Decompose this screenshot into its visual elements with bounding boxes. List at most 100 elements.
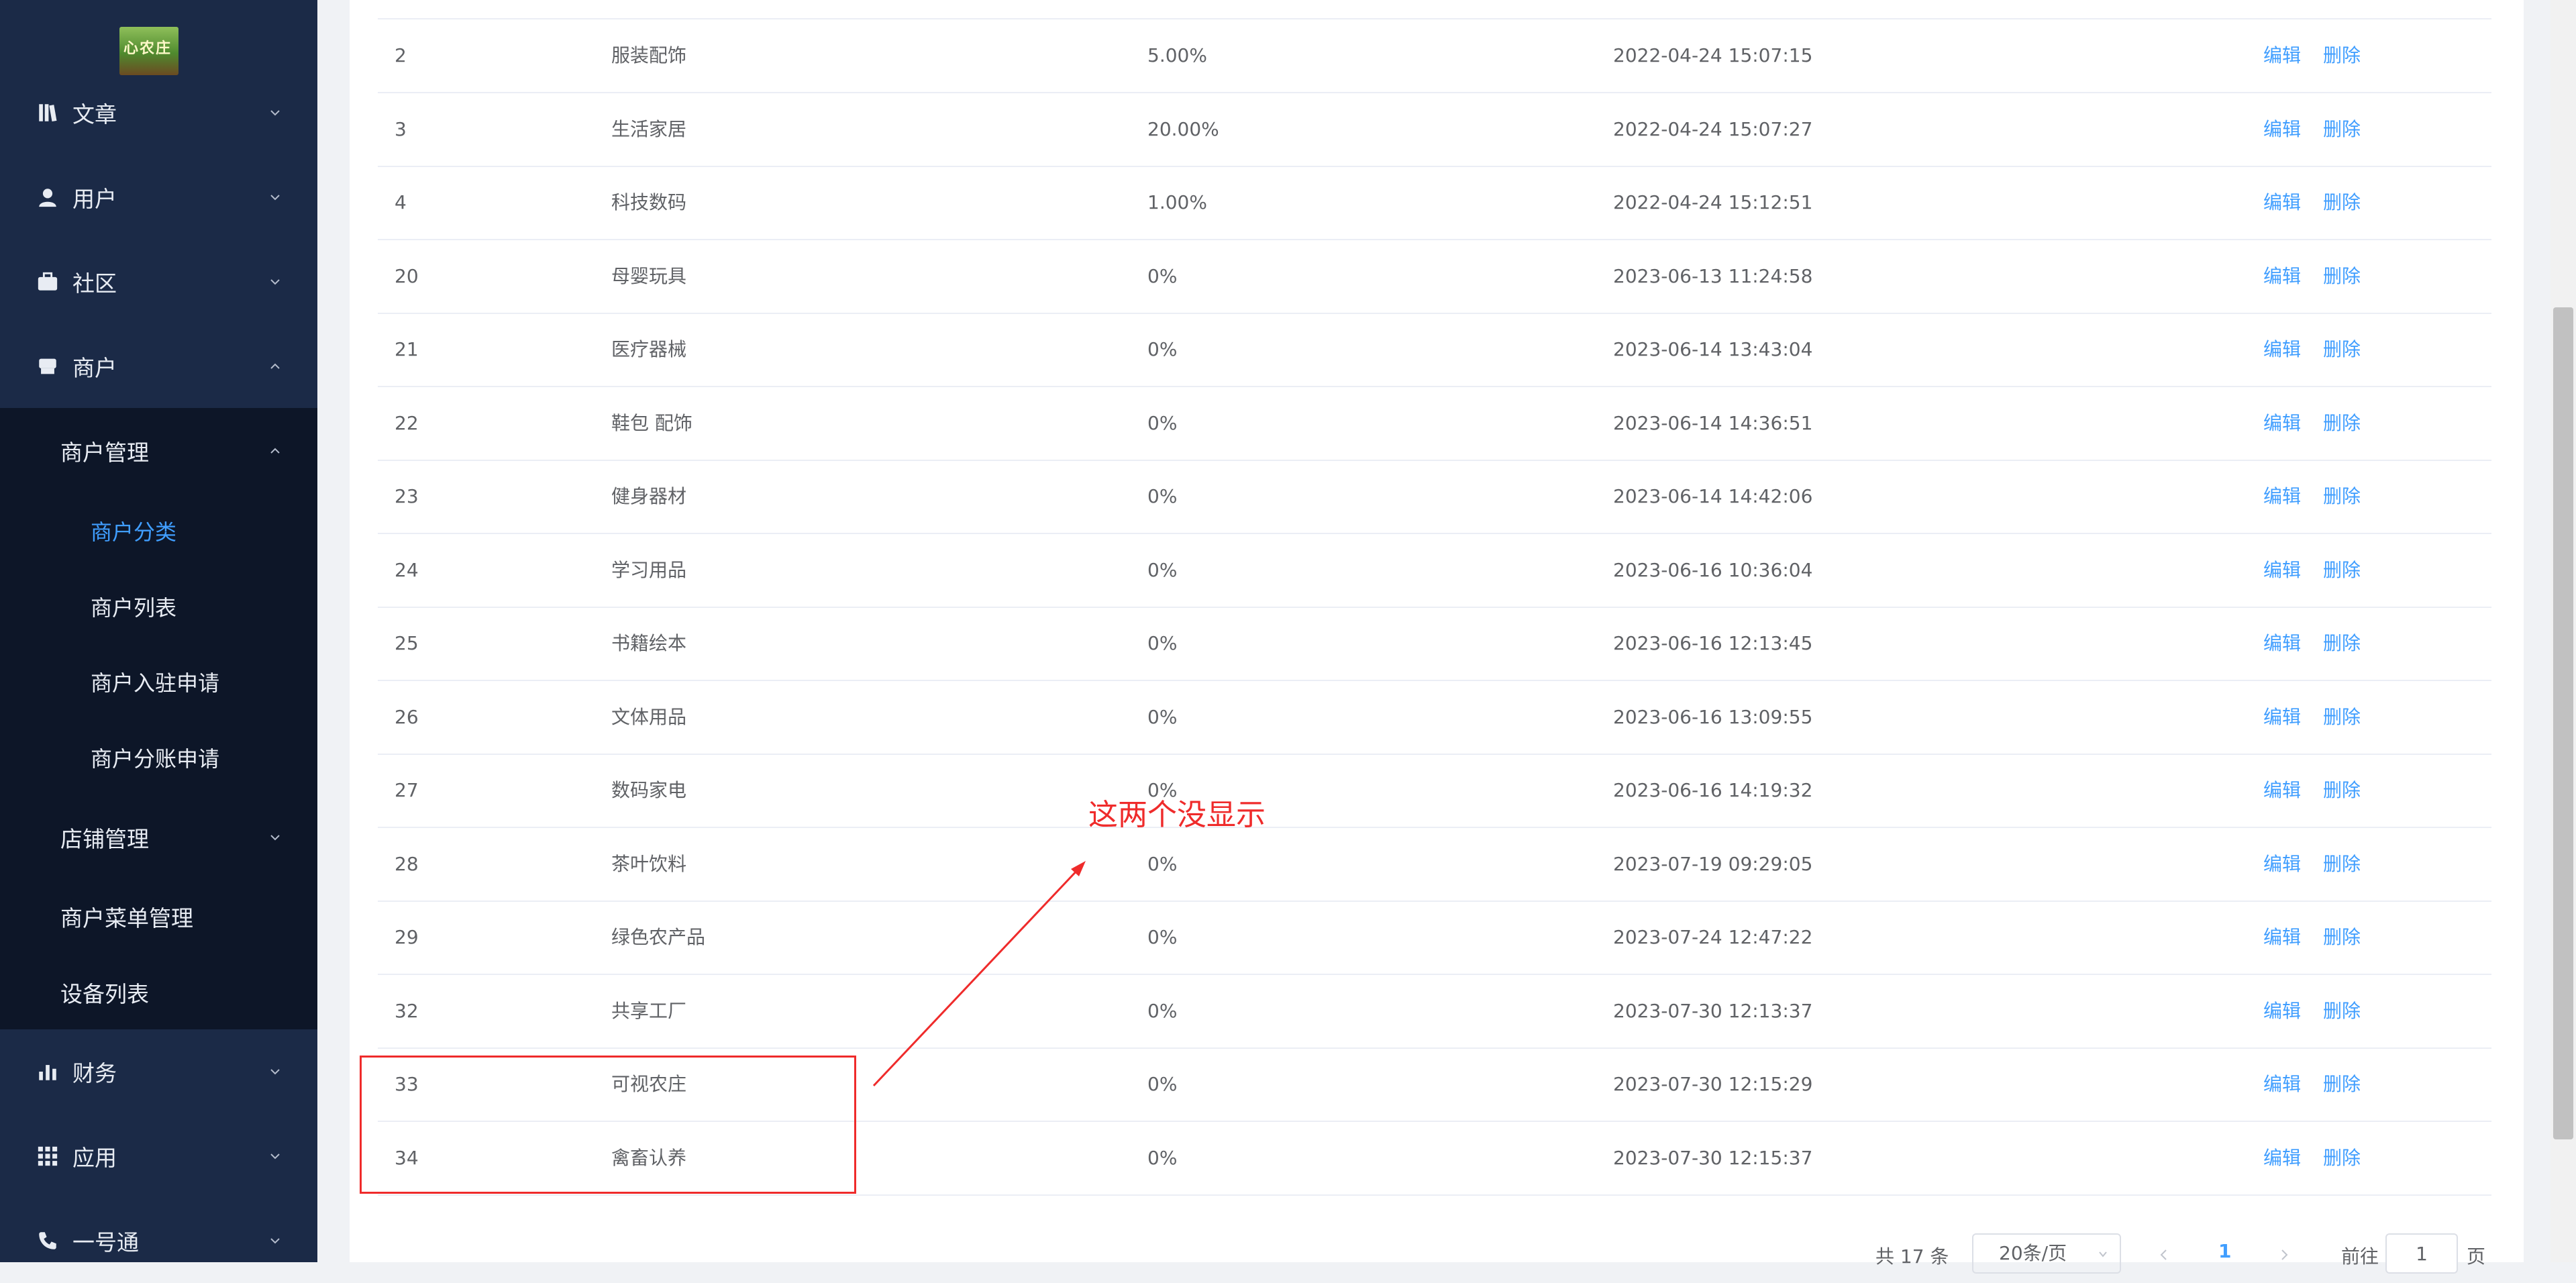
delete-link[interactable]: 删除 xyxy=(2323,19,2361,92)
edit-link[interactable]: 编辑 xyxy=(2263,460,2301,533)
cell-id: 3 xyxy=(395,117,407,140)
submenu-merchant-category[interactable]: 商户分类 xyxy=(0,493,317,568)
menu-yihaotong[interactable]: 一号通 xyxy=(0,1198,317,1283)
cell-created-time: 2023-07-30 12:13:37 xyxy=(1613,999,1813,1022)
next-page-icon[interactable] xyxy=(2277,1248,2291,1262)
page-number-current[interactable]: 1 xyxy=(2218,1240,2231,1262)
chevron-down-icon xyxy=(270,110,280,116)
submenu-device-list[interactable]: 设备列表 xyxy=(0,955,317,1030)
edit-link[interactable]: 编辑 xyxy=(2263,313,2301,386)
edit-link[interactable]: 编辑 xyxy=(2263,1047,2301,1121)
cell-commission-rate: 0% xyxy=(1147,1146,1178,1169)
delete-link[interactable]: 删除 xyxy=(2323,166,2361,239)
delete-link[interactable]: 删除 xyxy=(2323,533,2361,607)
page-size-select[interactable]: 20条/页 xyxy=(1972,1233,2121,1274)
menu-apps[interactable]: 应用 xyxy=(0,1114,317,1198)
delete-link[interactable]: 删除 xyxy=(2323,313,2361,386)
cell-created-time: 2023-07-19 09:29:05 xyxy=(1613,852,1813,875)
cell-created-time: 2023-06-13 11:24:58 xyxy=(1613,264,1813,287)
chevron-down-icon xyxy=(270,1238,280,1244)
submenu-menu-mgmt[interactable]: 商户菜单管理 xyxy=(0,879,317,954)
table-row: 27 数码家电 0% 2023-06-16 14:19:32 编辑 删除 xyxy=(378,754,2491,828)
delete-link[interactable]: 删除 xyxy=(2323,680,2361,754)
cell-category-name: 母婴玩具 xyxy=(611,264,687,287)
cell-id: 22 xyxy=(395,411,419,434)
edit-link[interactable]: 编辑 xyxy=(2263,93,2301,166)
submenu-split-apply[interactable]: 商户分账申请 xyxy=(0,720,317,795)
delete-link[interactable]: 删除 xyxy=(2323,93,2361,166)
edit-link[interactable]: 编辑 xyxy=(2263,19,2301,92)
submenu-merchant-list[interactable]: 商户列表 xyxy=(0,569,317,644)
table-row: 20 母婴玩具 0% 2023-06-13 11:24:58 编辑 删除 xyxy=(378,240,2491,314)
edit-link[interactable]: 编辑 xyxy=(2263,533,2301,607)
submenu-merchant-apply[interactable]: 商户入驻申请 xyxy=(0,644,317,719)
user-icon xyxy=(39,189,56,207)
chevron-down-icon xyxy=(270,1153,280,1160)
delete-link[interactable]: 删除 xyxy=(2323,754,2361,827)
cell-created-time: 2022-04-24 15:07:15 xyxy=(1613,44,1813,66)
delete-link[interactable]: 删除 xyxy=(2323,1047,2361,1121)
delete-link[interactable]: 删除 xyxy=(2323,827,2361,901)
prev-page-icon[interactable] xyxy=(2157,1248,2171,1262)
cell-commission-rate: 1.00% xyxy=(1147,191,1207,213)
delete-link[interactable]: 删除 xyxy=(2323,1121,2361,1194)
edit-link[interactable]: 编辑 xyxy=(2263,387,2301,460)
menu-finance[interactable]: 财务 xyxy=(0,1029,317,1114)
edit-link[interactable]: 编辑 xyxy=(2263,974,2301,1047)
sidebar: 心农庄 文章 用户 社区 商户 商户管理 商户分类 商户列表 商户入驻申请 商户… xyxy=(0,0,317,1262)
table-row: 32 共享工厂 0% 2023-07-30 12:13:37 编辑 删除 xyxy=(378,974,2491,1049)
table-row: 28 茶叶饮料 0% 2023-07-19 09:29:05 编辑 删除 xyxy=(378,827,2491,902)
cell-created-time: 2023-06-16 12:13:45 xyxy=(1613,632,1813,654)
edit-link[interactable]: 编辑 xyxy=(2263,901,2301,974)
cell-category-name: 健身器材 xyxy=(611,485,687,507)
delete-link[interactable]: 删除 xyxy=(2323,607,2361,680)
page-suffix-label: 页 xyxy=(2467,1245,2486,1268)
delete-link[interactable]: 删除 xyxy=(2323,240,2361,313)
delete-link[interactable]: 删除 xyxy=(2323,387,2361,460)
submenu-shop-mgmt[interactable]: 店铺管理 xyxy=(0,800,317,875)
edit-link[interactable]: 编辑 xyxy=(2263,1121,2301,1194)
menu-merchant[interactable]: 商户 xyxy=(0,324,317,409)
cell-id: 23 xyxy=(395,485,419,507)
logo-text: 心农庄 xyxy=(123,40,172,57)
cell-category-name: 生活家居 xyxy=(611,117,687,140)
submenu-label: 商户分类 xyxy=(91,519,177,545)
delete-link[interactable]: 删除 xyxy=(2323,901,2361,974)
cell-created-time: 2022-04-24 15:07:27 xyxy=(1613,117,1813,140)
edit-link[interactable]: 编辑 xyxy=(2263,680,2301,754)
cell-category-name: 医疗器械 xyxy=(611,338,687,360)
cell-commission-rate: 0% xyxy=(1147,411,1178,434)
cell-category-name: 数码家电 xyxy=(611,779,687,801)
edit-link[interactable]: 编辑 xyxy=(2263,607,2301,680)
cell-commission-rate: 20.00% xyxy=(1147,117,1219,140)
delete-link[interactable]: 删除 xyxy=(2323,974,2361,1047)
submenu-label: 设备列表 xyxy=(60,981,149,1007)
chevron-down-icon xyxy=(270,195,280,201)
menu-label: 文章 xyxy=(72,101,117,127)
goto-page-input[interactable] xyxy=(2385,1233,2458,1274)
edit-link[interactable]: 编辑 xyxy=(2263,240,2301,313)
table-row: 29 绿色农产品 0% 2023-07-24 12:47:22 编辑 删除 xyxy=(378,901,2491,975)
cell-id: 20 xyxy=(395,264,419,287)
cell-commission-rate: 0% xyxy=(1147,852,1178,875)
menu-users[interactable]: 用户 xyxy=(0,155,317,240)
edit-link[interactable]: 编辑 xyxy=(2263,754,2301,827)
table-row: 26 文体用品 0% 2023-06-16 13:09:55 编辑 删除 xyxy=(378,680,2491,755)
logo[interactable]: 心农庄 xyxy=(119,27,178,75)
edit-link[interactable]: 编辑 xyxy=(2263,827,2301,901)
phone-icon xyxy=(39,1232,56,1249)
chevron-down-icon xyxy=(270,279,280,285)
annotation-highlight-box xyxy=(360,1056,856,1194)
cell-created-time: 2023-07-24 12:47:22 xyxy=(1613,926,1813,948)
book-icon xyxy=(39,104,57,122)
briefcase-icon xyxy=(38,272,58,291)
menu-articles[interactable]: 文章 xyxy=(0,70,317,155)
menu-community[interactable]: 社区 xyxy=(0,240,317,324)
submenu-merchant-mgmt[interactable]: 商户管理 xyxy=(0,413,317,489)
delete-link[interactable]: 删除 xyxy=(2323,460,2361,533)
menu-label: 应用 xyxy=(72,1145,117,1171)
scrollbar-thumb[interactable] xyxy=(2553,307,2573,1139)
cell-created-time: 2023-06-16 13:09:55 xyxy=(1613,705,1813,728)
cell-created-time: 2023-06-16 14:19:32 xyxy=(1613,779,1813,801)
edit-link[interactable]: 编辑 xyxy=(2263,166,2301,239)
